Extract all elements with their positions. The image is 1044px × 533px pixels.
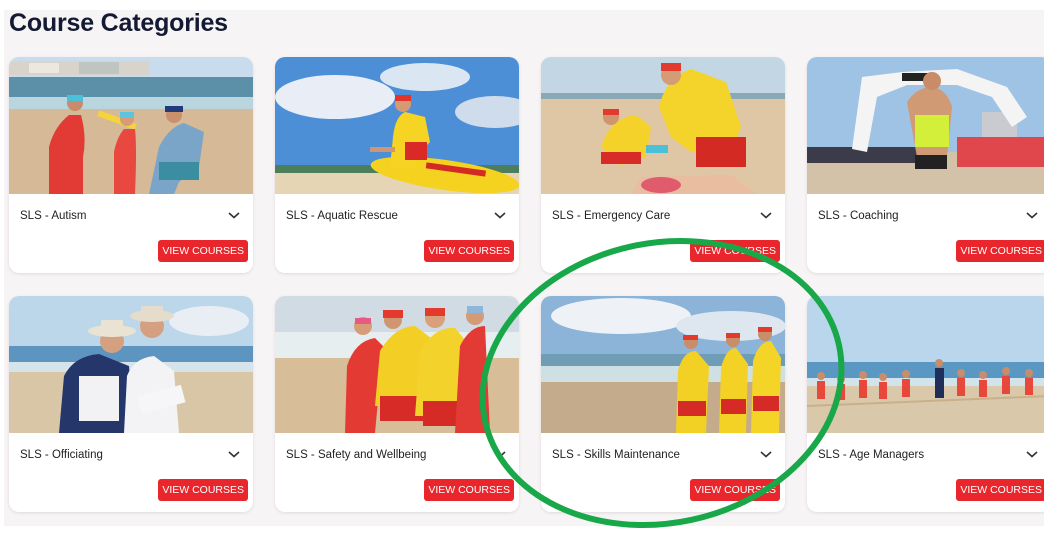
category-label: SLS - Emergency Care — [552, 210, 671, 222]
category-card-skills-maintenance[interactable]: SLS - Skills Maintenance VIEW COURSES — [541, 296, 785, 512]
chevron-down-icon[interactable] — [227, 449, 241, 459]
chevron-down-icon[interactable] — [1025, 449, 1039, 459]
view-courses-button[interactable]: VIEW COURSES — [424, 240, 514, 262]
category-card-age-managers[interactable]: SLS - Age Managers VIEW COURSES — [807, 296, 1044, 512]
chevron-down-icon[interactable] — [759, 449, 773, 459]
category-label: SLS - Safety and Wellbeing — [286, 449, 427, 461]
category-label: SLS - Aquatic Rescue — [286, 210, 398, 222]
category-label: SLS - Skills Maintenance — [552, 449, 680, 461]
autism-course-image — [9, 57, 253, 194]
category-card-safety-and-wellbeing[interactable]: SLS - Safety and Wellbeing VIEW COURSES — [275, 296, 519, 512]
category-card-autism[interactable]: SLS - Autism VIEW COURSES — [9, 57, 253, 273]
category-card-emergency-care[interactable]: SLS - Emergency Care VIEW COURSES — [541, 57, 785, 273]
category-card-officiating[interactable]: SLS - Officiating VIEW COURSES — [9, 296, 253, 512]
safety-and-wellbeing-course-image — [275, 296, 519, 433]
view-courses-button[interactable]: VIEW COURSES — [956, 240, 1044, 262]
chevron-down-icon[interactable] — [759, 210, 773, 220]
aquatic-rescue-course-image — [275, 57, 519, 194]
view-courses-button[interactable]: VIEW COURSES — [690, 479, 780, 501]
category-label: SLS - Officiating — [20, 449, 103, 461]
chevron-down-icon[interactable] — [493, 210, 507, 220]
chevron-down-icon[interactable] — [493, 449, 507, 459]
category-label: SLS - Autism — [20, 210, 87, 222]
view-courses-button[interactable]: VIEW COURSES — [424, 479, 514, 501]
view-courses-button[interactable]: VIEW COURSES — [956, 479, 1044, 501]
chevron-down-icon[interactable] — [227, 210, 241, 220]
category-label: SLS - Coaching — [818, 210, 899, 222]
skills-maintenance-course-image — [541, 296, 785, 433]
view-courses-button[interactable]: VIEW COURSES — [158, 479, 248, 501]
chevron-down-icon[interactable] — [1025, 210, 1039, 220]
coaching-course-image — [807, 57, 1044, 194]
view-courses-button[interactable]: VIEW COURSES — [158, 240, 248, 262]
category-card-coaching[interactable]: SLS - Coaching VIEW COURSES — [807, 57, 1044, 273]
emergency-care-course-image — [541, 57, 785, 194]
age-managers-course-image — [807, 296, 1044, 433]
view-courses-button[interactable]: VIEW COURSES — [690, 240, 780, 262]
category-card-aquatic-rescue[interactable]: SLS - Aquatic Rescue VIEW COURSES — [275, 57, 519, 273]
page-title: Course Categories — [9, 9, 228, 37]
officiating-course-image — [9, 296, 253, 433]
category-label: SLS - Age Managers — [818, 449, 925, 461]
